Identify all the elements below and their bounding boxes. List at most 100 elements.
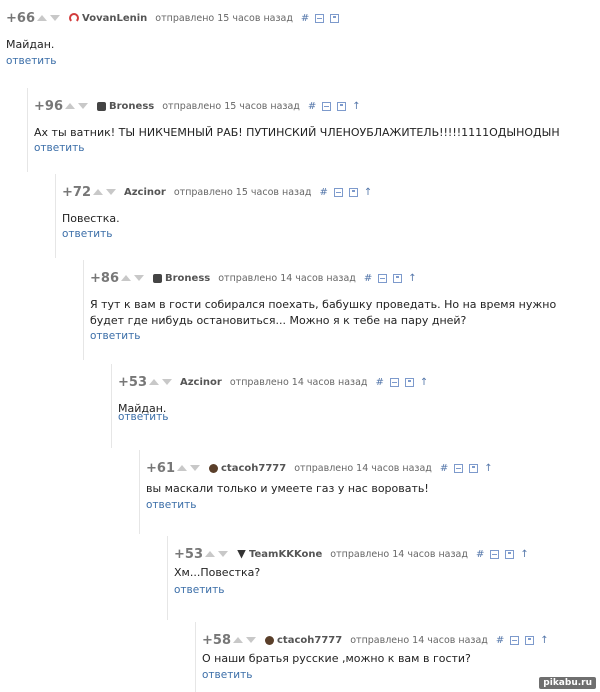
collapse-icon[interactable] — [510, 635, 520, 645]
comment-header: +58 ctacoh7777 отправлено 14 часов назад… — [202, 632, 600, 648]
comment-text: Ах ты ватник! ТЫ НИКЧЕМНЫЙ РАБ! ПУТИНСКИ… — [34, 126, 560, 139]
collapse-icon[interactable] — [333, 187, 343, 197]
comment-author[interactable]: VovanLenin — [82, 13, 147, 24]
reply-link[interactable]: ответить — [62, 228, 112, 240]
comment-header: +86 Broness отправлено 14 часов назад # … — [90, 270, 600, 286]
save-icon[interactable] — [525, 635, 535, 645]
comment-author[interactable]: Broness — [109, 101, 154, 112]
vote-down-icon[interactable] — [162, 379, 172, 385]
comment-time: отправлено 15 часов назад — [162, 100, 300, 112]
link-icon[interactable]: # — [375, 377, 383, 388]
comment-author[interactable]: Azcinor — [180, 377, 222, 388]
save-icon[interactable] — [469, 463, 479, 473]
link-icon[interactable]: # — [364, 273, 372, 284]
comment-header: +96 Broness отправлено 15 часов назад # … — [34, 99, 594, 114]
save-icon[interactable] — [404, 377, 414, 387]
vote-down-icon[interactable] — [50, 15, 60, 21]
parent-arrow-icon[interactable]: ↑ — [352, 101, 360, 112]
save-icon[interactable] — [348, 187, 358, 197]
comment-header: +53 Azcinor отправлено 14 часов назад # … — [118, 374, 600, 390]
comment-author[interactable]: ctacoh7777 — [221, 463, 286, 474]
comment-text: Хм...Повестка? — [174, 566, 261, 579]
comment-time: отправлено 14 часов назад — [218, 272, 356, 284]
parent-arrow-icon[interactable]: ↑ — [364, 187, 372, 198]
vote-down-icon[interactable] — [78, 103, 88, 109]
link-icon[interactable]: # — [440, 463, 448, 474]
link-icon[interactable]: # — [496, 635, 504, 646]
comment-score: +66 — [6, 10, 35, 26]
save-icon[interactable] — [330, 13, 340, 23]
comment-header: +61 ctacoh7777 отправлено 14 часов назад… — [146, 460, 600, 476]
collapse-icon[interactable] — [322, 101, 332, 111]
avatar — [97, 101, 106, 111]
comment-header: +72 Azcinor отправлено 15 часов назад # … — [62, 184, 600, 200]
comment-author[interactable]: Broness — [165, 273, 210, 284]
comment-text: Я тут к вам в гости собирался поехать, б… — [90, 298, 557, 327]
avatar — [69, 13, 79, 23]
link-icon[interactable]: # — [319, 187, 327, 198]
parent-arrow-icon[interactable]: ↑ — [420, 377, 428, 388]
vote-up-icon[interactable] — [65, 103, 75, 109]
vote-up-icon[interactable] — [177, 465, 187, 471]
vote-down-icon[interactable] — [134, 275, 144, 281]
collapse-icon[interactable] — [315, 13, 325, 23]
vote-up-icon[interactable] — [93, 189, 103, 195]
save-icon[interactable] — [393, 273, 403, 283]
comment-header: +53 TeamKKKone отправлено 14 часов назад… — [174, 546, 600, 562]
collapse-icon[interactable] — [378, 273, 388, 283]
avatar — [153, 273, 162, 283]
comment: +61 ctacoh7777 отправлено 14 часов назад… — [139, 450, 600, 534]
reply-link[interactable]: ответить — [174, 584, 224, 596]
vote-down-icon[interactable] — [106, 189, 116, 195]
comment-text: вы маскали только и умеете газ у нас вор… — [146, 482, 429, 495]
vote-down-icon[interactable] — [218, 551, 228, 557]
comment-time: отправлено 14 часов назад — [350, 634, 488, 646]
collapse-icon[interactable] — [389, 377, 399, 387]
comment: +72 Azcinor отправлено 15 часов назад # … — [55, 174, 600, 258]
comment: +66 VovanLenin отправлено 15 часов назад… — [0, 0, 600, 84]
collapse-icon[interactable] — [454, 463, 464, 473]
reply-link[interactable]: ответить — [34, 142, 84, 154]
comment-text: Майдан. — [118, 402, 167, 415]
comment-text: Повестка. — [62, 212, 120, 225]
comment-score: +72 — [62, 184, 91, 200]
comment-time: отправлено 14 часов назад — [330, 548, 468, 560]
vote-down-icon[interactable] — [246, 637, 256, 643]
vote-up-icon[interactable] — [121, 275, 131, 281]
vote-up-icon[interactable] — [149, 379, 159, 385]
comment-time: отправлено 15 часов назад — [173, 186, 312, 198]
vote-down-icon[interactable] — [190, 465, 200, 471]
comment-author[interactable]: Azcinor — [124, 187, 166, 198]
vote-up-icon[interactable] — [37, 15, 47, 21]
parent-arrow-icon[interactable]: ↑ — [408, 273, 416, 284]
reply-link[interactable]: ответить — [146, 499, 196, 511]
comment-author[interactable]: ctacoh7777 — [277, 635, 342, 646]
vote-up-icon[interactable] — [233, 637, 243, 643]
vote-up-icon[interactable] — [205, 551, 215, 557]
parent-arrow-icon[interactable]: ↑ — [484, 463, 492, 474]
comment-score: +58 — [202, 632, 231, 648]
comment-score: +86 — [90, 270, 119, 286]
reply-link[interactable]: ответить — [6, 55, 56, 67]
save-icon[interactable] — [505, 549, 515, 559]
reply-link[interactable]: ответить — [118, 411, 168, 423]
save-icon[interactable] — [337, 101, 347, 111]
comment-header: +66 VovanLenin отправлено 15 часов назад… — [6, 10, 566, 26]
reply-link[interactable]: ответить — [90, 330, 140, 342]
comment-text: Майдан. — [6, 38, 55, 51]
avatar — [237, 549, 246, 559]
link-icon[interactable]: # — [308, 101, 316, 112]
comment-score: +53 — [174, 546, 203, 562]
parent-arrow-icon[interactable]: ↑ — [540, 635, 548, 646]
comment-score: +53 — [118, 374, 147, 390]
comment: +86 Broness отправлено 14 часов назад # … — [83, 260, 600, 360]
parent-arrow-icon[interactable]: ↑ — [520, 549, 528, 560]
collapse-icon[interactable] — [490, 549, 500, 559]
link-icon[interactable]: # — [301, 13, 309, 24]
comment-author[interactable]: TeamKKKone — [249, 549, 322, 560]
comment-score: +61 — [146, 460, 175, 476]
comment-time: отправлено 15 часов назад — [155, 12, 293, 24]
link-icon[interactable]: # — [476, 549, 484, 560]
comment-time: отправлено 14 часов назад — [294, 462, 432, 474]
reply-link[interactable]: ответить — [202, 669, 252, 681]
